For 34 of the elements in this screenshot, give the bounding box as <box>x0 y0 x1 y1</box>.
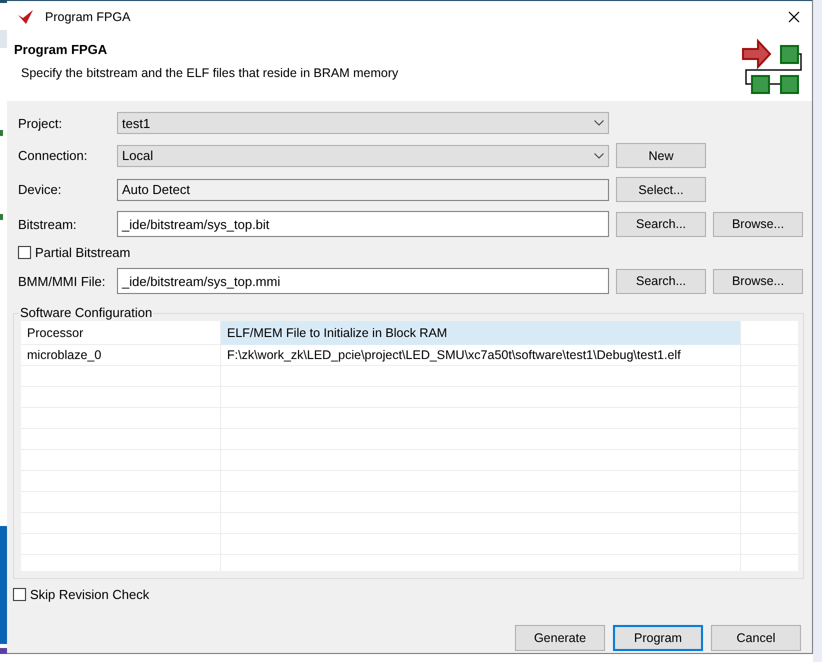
button[interactable]: Select... <box>616 177 706 202</box>
chevron-down-icon <box>594 152 604 158</box>
page-title: Program FPGA <box>14 42 108 57</box>
button[interactable]: Search... <box>616 268 706 294</box>
button[interactable]: Search... <box>616 212 706 236</box>
checkbox[interactable] <box>18 246 31 259</box>
table-cell: F:\zk\work_zk\LED_pcie\project\LED_SMU\xc7a50t\software\test1\Debug\test1.elf <box>221 345 741 365</box>
table-cell: microblaze_0 <box>21 345 221 365</box>
close-icon[interactable] <box>788 11 800 23</box>
input-field[interactable]: _ide/bitstream/sys_top.mmi <box>117 268 609 294</box>
button[interactable]: Generate <box>515 625 605 651</box>
button[interactable]: Cancel <box>711 625 801 651</box>
field-label: Connection: <box>18 148 88 163</box>
field-label: Bitstream: <box>18 216 78 232</box>
logo-icon <box>17 9 35 25</box>
button[interactable]: Program <box>613 625 703 651</box>
button[interactable]: Browse... <box>713 268 803 294</box>
read-only-field: Auto Detect <box>117 178 609 200</box>
input-field[interactable]: _ide/bitstream/sys_top.bit <box>117 211 609 237</box>
column-header[interactable]: ELF/MEM File to Initialize in Block RAM <box>221 321 741 345</box>
dropdown[interactable]: test1 <box>117 112 609 134</box>
group-title: Software Configuration <box>19 305 154 320</box>
field-label: Device: <box>18 182 62 197</box>
window-title: Program FPGA <box>45 10 132 24</box>
checkbox-label: Skip Revision Check <box>30 587 150 602</box>
button[interactable]: New <box>616 143 706 168</box>
field-label: Project: <box>18 116 64 130</box>
dropdown[interactable]: Local <box>117 144 609 166</box>
field-label: BMM/MMI File: <box>18 274 106 288</box>
page-description: Specify the bitstream and the ELF files that reside in BRAM memory <box>21 66 398 80</box>
button[interactable]: Browse... <box>713 212 803 236</box>
checkbox-label: Partial Bitstream <box>35 245 130 260</box>
checkbox[interactable] <box>13 588 26 601</box>
chevron-down-icon <box>594 120 604 126</box>
